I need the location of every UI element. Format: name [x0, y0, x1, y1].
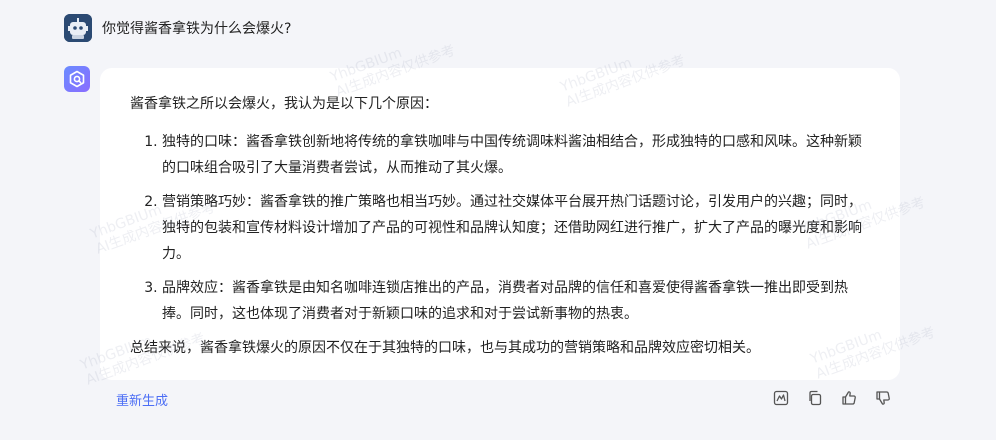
copy-icon[interactable]	[806, 389, 824, 407]
answer-point: 品牌效应：酱香拿铁是由知名咖啡连锁店推出的产品，消费者对品牌的信任和喜爱使得酱香…	[162, 275, 872, 327]
thumbs-down-icon[interactable]	[874, 389, 892, 407]
answer-point: 营销策略巧妙：酱香拿铁的推广策略也相当巧妙。通过社交媒体平台展开热门话题讨论，引…	[162, 189, 872, 267]
answer-points-list: 独特的口味：酱香拿铁创新地将传统的拿铁咖啡与中国传统调味料酱油相结合，形成独特的…	[130, 129, 872, 327]
chart-icon[interactable]	[772, 389, 790, 407]
chat-page: 你觉得酱香拿铁为什么会爆火? 酱香拿铁之所以会爆火，我认为是以下几个原因： 独特…	[0, 0, 996, 440]
assistant-avatar	[64, 66, 90, 92]
answer-point: 独特的口味：酱香拿铁创新地将传统的拿铁咖啡与中国传统调味料酱油相结合，形成独特的…	[162, 129, 872, 181]
answer-actions	[772, 389, 892, 407]
user-question-text: 你觉得酱香拿铁为什么会爆火?	[102, 21, 292, 37]
assistant-answer-card: 酱香拿铁之所以会爆火，我认为是以下几个原因： 独特的口味：酱香拿铁创新地将传统的…	[100, 68, 900, 380]
user-message: 你觉得酱香拿铁为什么会爆火?	[64, 14, 291, 42]
robot-icon	[64, 14, 92, 42]
user-avatar	[64, 14, 92, 42]
thumbs-up-icon[interactable]	[840, 389, 858, 407]
assistant-logo-icon	[69, 70, 85, 88]
regenerate-button[interactable]: 重新生成	[116, 390, 168, 409]
answer-summary: 总结来说，酱香拿铁爆火的原因不仅在于其独特的口味，也与其成功的营销策略和品牌效应…	[130, 340, 760, 356]
answer-intro: 酱香拿铁之所以会爆火，我认为是以下几个原因：	[130, 96, 438, 112]
